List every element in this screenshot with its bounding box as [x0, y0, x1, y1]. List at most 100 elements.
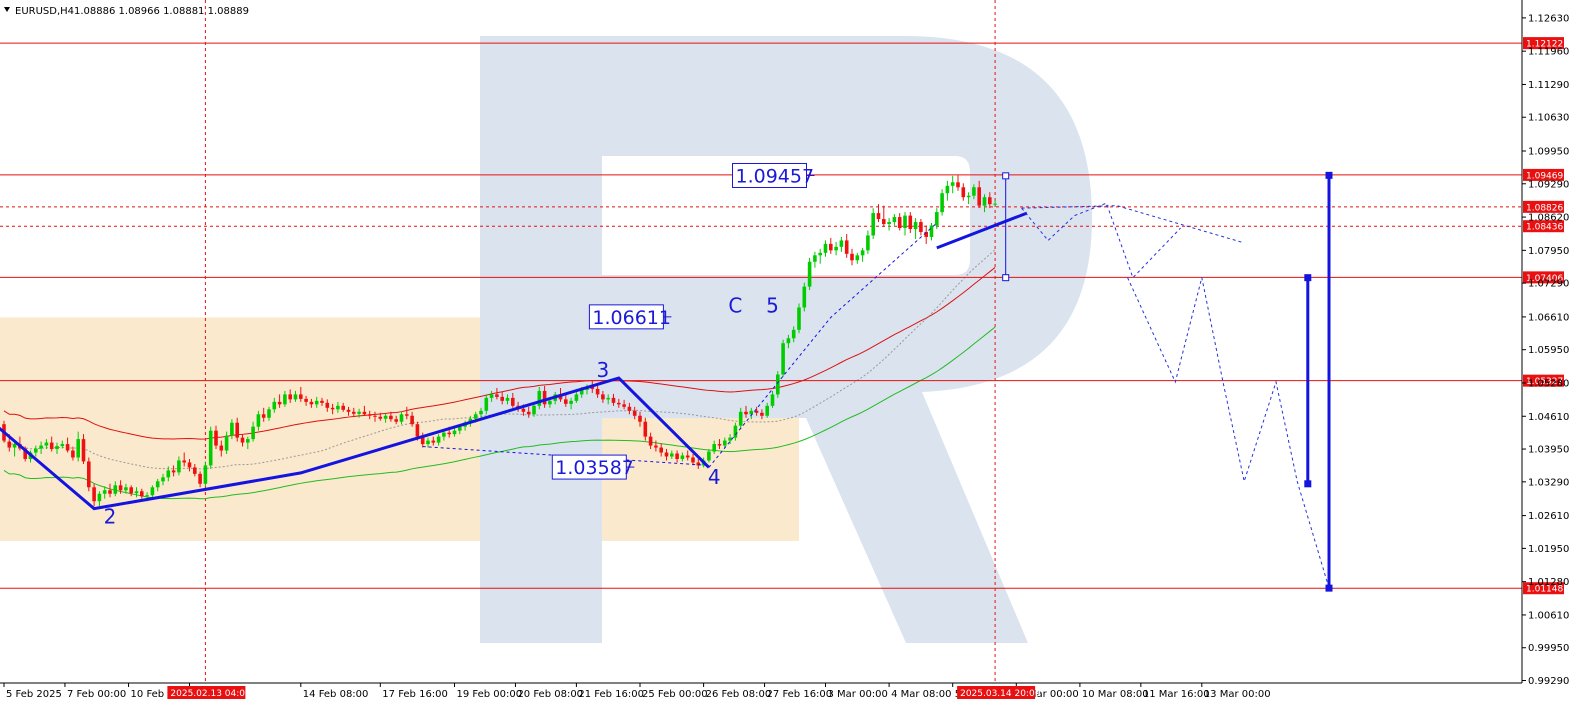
- candle-body: [908, 215, 913, 229]
- measure-bar-end: [1304, 480, 1312, 488]
- candle-body: [685, 455, 690, 458]
- candle-body: [92, 487, 96, 502]
- candle-body: [177, 460, 181, 473]
- candle-body: [871, 213, 875, 236]
- candle-body: [802, 286, 807, 308]
- candle-body: [219, 445, 224, 451]
- wave-label: C: [728, 293, 742, 317]
- price-tick-label: 1.01280: [1528, 577, 1569, 588]
- candle-body: [124, 487, 128, 491]
- candle-body: [786, 338, 791, 344]
- candle-body: [595, 388, 600, 395]
- candle-body: [118, 485, 123, 491]
- candle-body: [60, 444, 65, 447]
- price-tick-label: 1.04610: [1528, 412, 1569, 423]
- candle-body: [648, 436, 653, 446]
- candle-body: [320, 400, 324, 403]
- candle-body: [187, 462, 192, 468]
- price-tick-label: 1.05950: [1528, 345, 1569, 356]
- candle-body: [81, 439, 86, 462]
- candle-body: [601, 394, 605, 400]
- candle-body: [622, 404, 626, 407]
- candle-body: [542, 390, 547, 405]
- candle-body: [993, 203, 997, 205]
- candle-body: [797, 307, 801, 330]
- candle-body: [405, 414, 409, 416]
- time-tick-label: 14 Feb 08:00: [303, 689, 369, 700]
- candle-body: [484, 397, 489, 411]
- measure-bar-end: [1304, 274, 1312, 282]
- candle-body: [717, 444, 722, 446]
- candle-body: [935, 212, 939, 226]
- candle-body: [325, 402, 330, 408]
- measure-bar-end: [1325, 584, 1333, 592]
- price-tick-label: 1.03950: [1528, 445, 1569, 456]
- time-tick-label: 3 Mar 00:00: [828, 689, 888, 700]
- candle-body: [776, 374, 780, 395]
- wave-label: 2: [104, 505, 117, 529]
- time-marker-tag-text: 2025.03.14 20:00: [960, 689, 1041, 699]
- candle-body: [346, 409, 351, 412]
- value-box-text: 1.06611: [592, 307, 671, 329]
- candle-body: [526, 411, 531, 415]
- candle-body: [378, 416, 383, 419]
- time-tick-label: 26 Feb 08:00: [706, 689, 772, 700]
- candle-body: [426, 440, 430, 445]
- candle-body: [283, 394, 287, 405]
- price-tick-label: 0.99950: [1528, 643, 1569, 654]
- time-marker-tag-text: 2025.02.13 04:00: [170, 689, 251, 699]
- candle-body: [929, 225, 934, 237]
- candle-body: [897, 217, 902, 228]
- candle-body: [341, 405, 345, 410]
- candle-body: [288, 394, 292, 400]
- candle-body: [49, 442, 54, 450]
- candle-body: [489, 394, 494, 398]
- candle-body: [823, 243, 828, 253]
- candle-body: [950, 182, 955, 186]
- candle-body: [961, 187, 966, 198]
- candle-body: [505, 397, 510, 401]
- candle-body: [155, 481, 160, 488]
- candle-body: [511, 397, 515, 406]
- candle-body: [436, 436, 441, 443]
- candle-body: [277, 401, 282, 405]
- candle-body: [521, 408, 526, 412]
- candle-body: [251, 426, 255, 440]
- candle-body: [415, 424, 420, 437]
- candle-body: [182, 460, 186, 463]
- candle-body: [855, 255, 860, 261]
- chart-root: 1.12122 1.09469 1.08826 1.08436 1.07406 1.053…: [0, 0, 1596, 716]
- candle-body: [330, 407, 335, 410]
- value-box-text: 1.03587: [555, 457, 634, 479]
- candle-body: [198, 473, 202, 484]
- candle-body: [956, 182, 960, 188]
- candle-body: [691, 457, 695, 463]
- candle-body: [532, 405, 536, 415]
- candle-body: [362, 411, 367, 415]
- candle-body: [733, 425, 738, 438]
- candle-body: [940, 193, 944, 213]
- ohlc-values: 1.08886 1.08966 1.08881 1.08889: [74, 6, 249, 17]
- time-tick-label: 25 Feb 00:00: [642, 689, 708, 700]
- candle-body: [966, 195, 971, 198]
- candle-body: [55, 446, 59, 450]
- candle-body: [659, 447, 663, 453]
- candle-body: [113, 485, 118, 494]
- candle-body: [892, 217, 897, 223]
- candle-body: [7, 441, 12, 448]
- candle-body: [314, 400, 319, 405]
- price-tick-label: 1.07290: [1528, 279, 1569, 290]
- candle-body: [850, 253, 854, 261]
- price-chart[interactable]: 1.121221.094691.088261.084361.074061.053…: [0, 0, 1596, 716]
- candle-body: [643, 421, 648, 437]
- candle-body: [304, 398, 308, 402]
- candle-body: [383, 415, 388, 419]
- candle-body: [749, 410, 754, 415]
- candle-body: [913, 222, 918, 229]
- candle-body: [224, 435, 229, 451]
- symbol-label: EURUSD,H4: [15, 6, 74, 17]
- candle-body: [972, 187, 976, 196]
- candle-body: [336, 405, 340, 410]
- time-tick-label: 20 Feb 08:00: [517, 689, 583, 700]
- candle-body: [723, 440, 727, 446]
